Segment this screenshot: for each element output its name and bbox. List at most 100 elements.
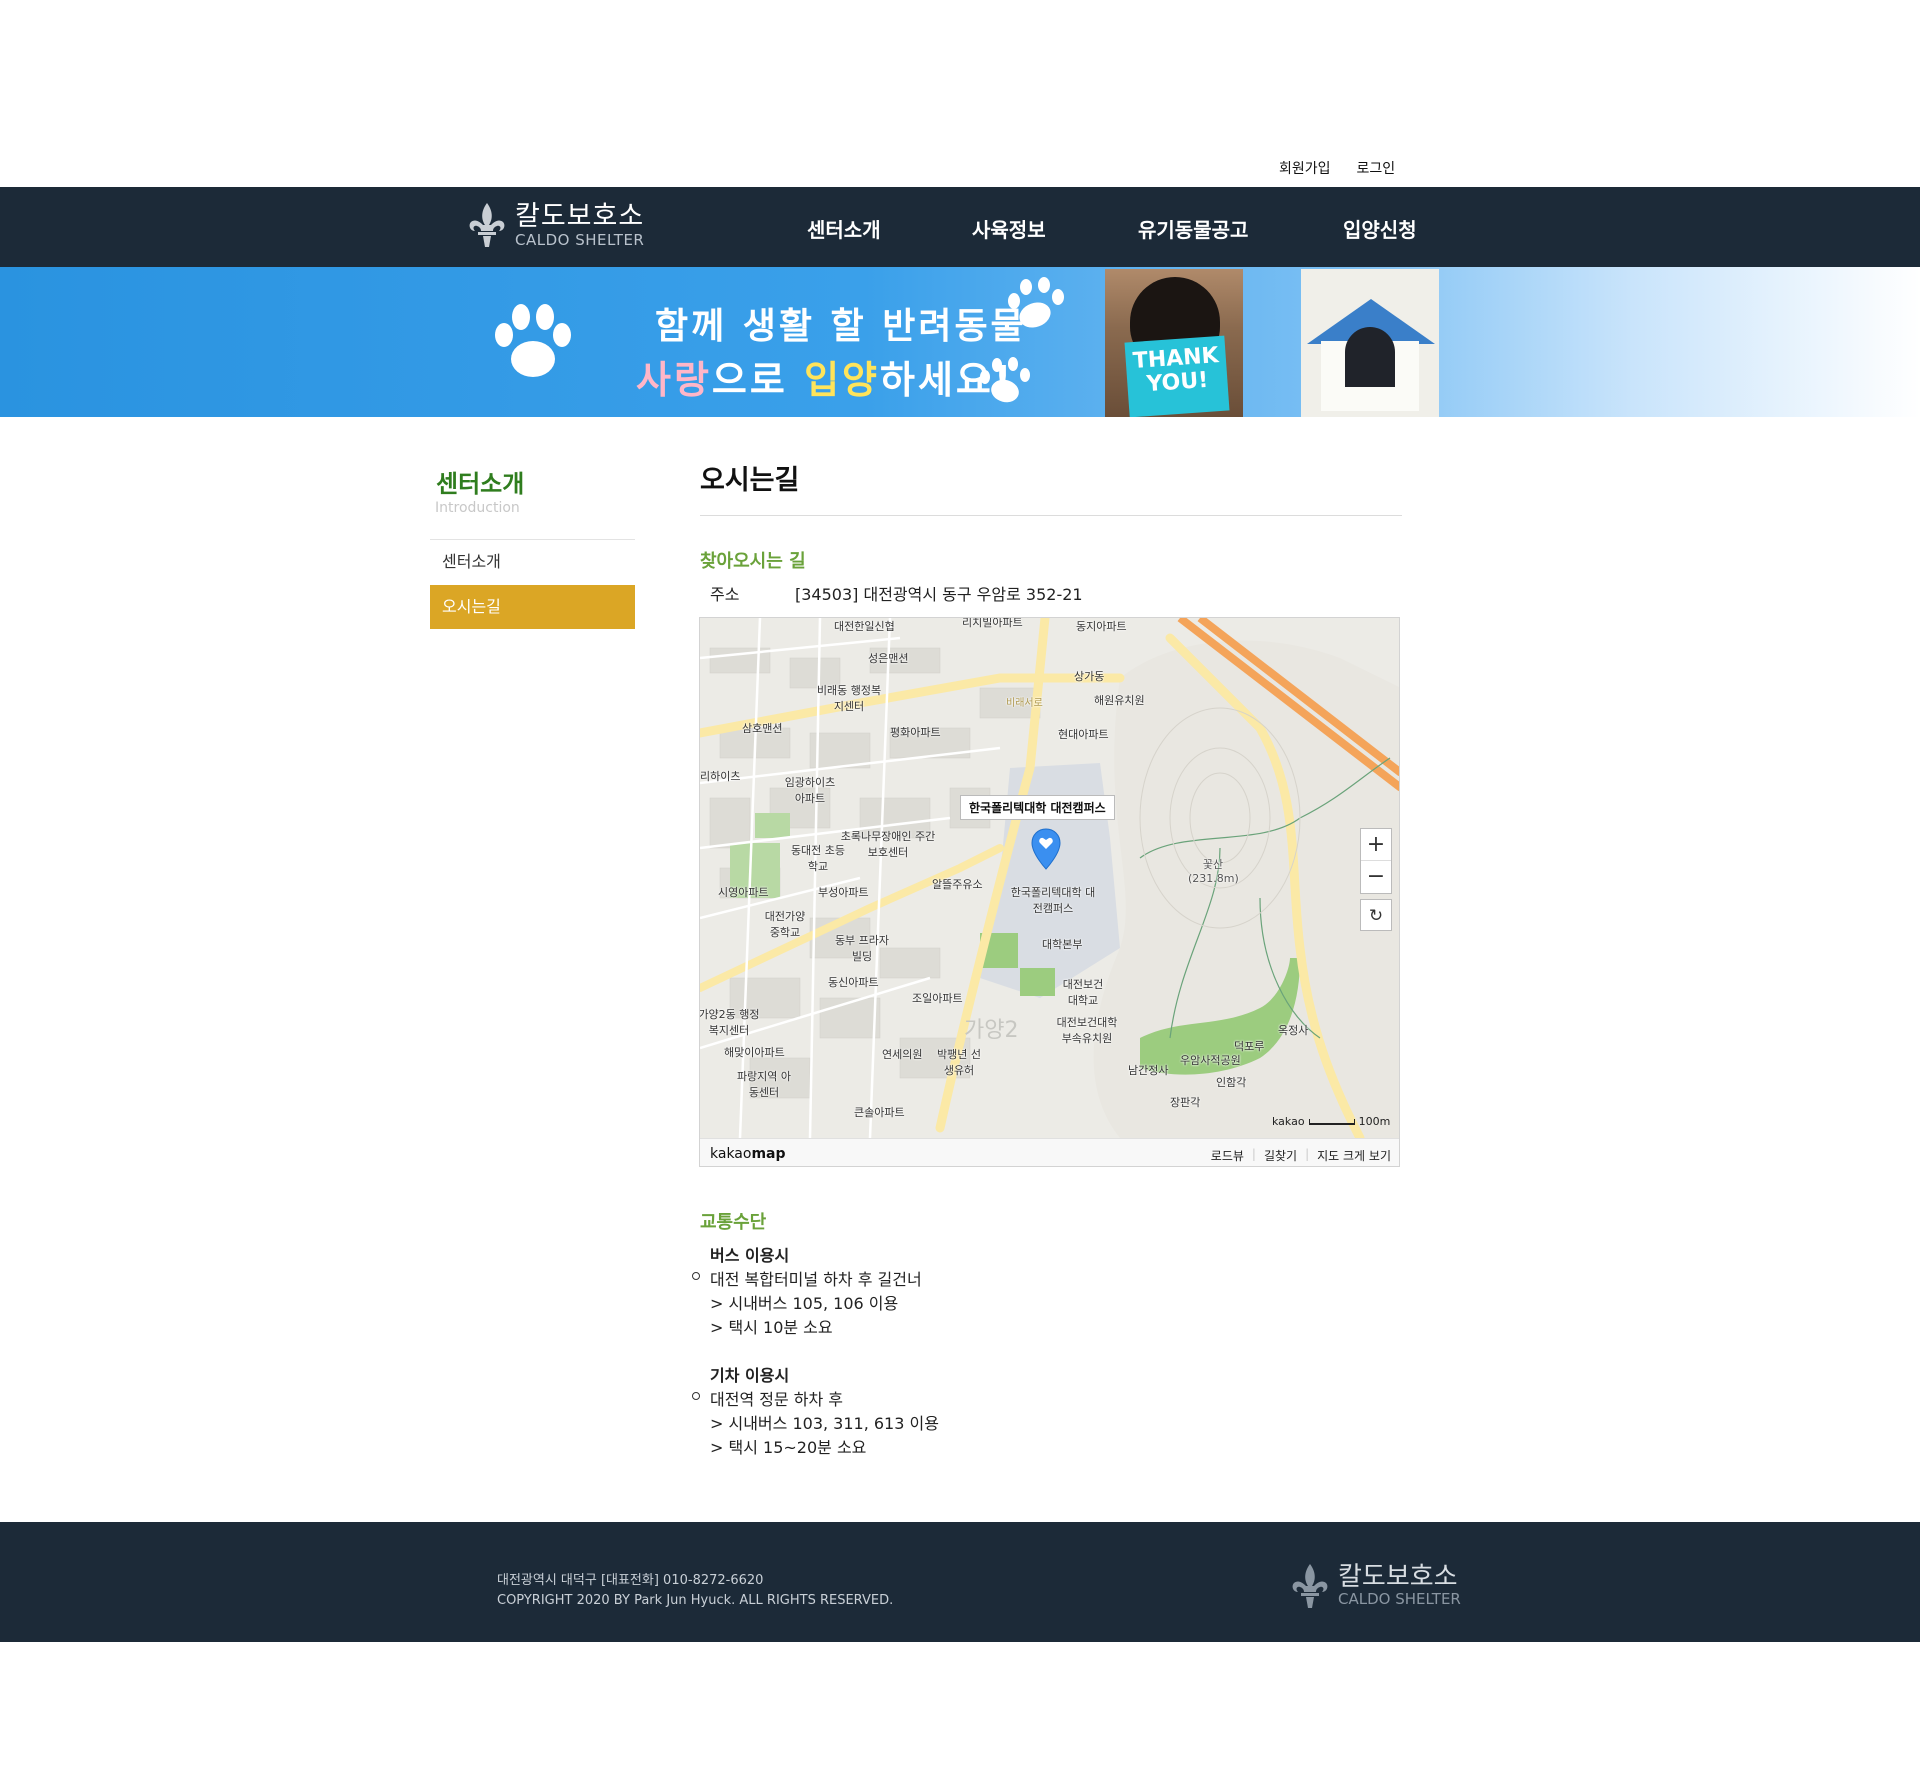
map-label: 해맞이아파트 — [724, 1046, 785, 1059]
map-label: 알뜰주유소 — [932, 878, 983, 891]
title-divider — [700, 515, 1402, 516]
map-label: 시영아파트 — [718, 886, 769, 899]
kakaomap-logo[interactable]: kakaomap — [710, 1146, 786, 1162]
map-label: 파랑지역 아동센터 — [736, 1070, 792, 1099]
map-label: 대전한일신협 — [834, 620, 895, 633]
map-label: 남간정사 — [1128, 1064, 1169, 1077]
paw-print-icon — [980, 357, 1030, 403]
footer-info: 대전광역시 대덕구 [대표전화] 010-8272-6620 COPYRIGHT… — [497, 1571, 893, 1611]
list-bullet — [692, 1392, 700, 1400]
roadview-link[interactable]: 로드뷰 — [1211, 1147, 1244, 1164]
directions-heading: 찾아오시는 길 — [700, 551, 806, 572]
banner-word-with: 으로 — [711, 358, 805, 402]
map-label: 덕포루 — [1234, 1040, 1265, 1053]
footer-logo-ko: 칼도보호소 — [1338, 1562, 1458, 1593]
sidebar-item-center-intro[interactable]: 센터소개 — [430, 540, 635, 584]
sidebar-subtitle: Introduction — [435, 500, 520, 516]
util-links: 회원가입 로그인 — [1279, 158, 1395, 178]
map-label: 한국폴리텍대학 대전캠퍼스 — [1010, 886, 1096, 915]
sidebar-title: 센터소개 — [436, 470, 525, 498]
bus-heading: 버스 이용시 — [710, 1246, 790, 1265]
kakao-map[interactable]: 대전한일신협 리치빌아파트 동지아파트 성은맨션 비래동 행정복지센터 상가동 … — [699, 617, 1400, 1167]
banner-line1: 함께 생활 할 반려동물 — [655, 306, 1027, 347]
doghouse-photo — [1301, 269, 1439, 417]
map-label: 동부 프라자빌딩 — [834, 934, 890, 963]
footer-logo-en: CALDO SHELTER — [1338, 1589, 1461, 1608]
map-label: 가양2 — [964, 1018, 1019, 1043]
map-label: 큰솔아파트 — [854, 1106, 905, 1119]
bus-line-3: > 택시 10분 소요 — [710, 1318, 833, 1337]
map-label: 박팽년 선생유허 — [937, 1048, 981, 1077]
footer-address: 대전광역시 대덕구 [대표전화] 010-8272-6620 — [497, 1573, 764, 1588]
zoom-control: + − — [1360, 828, 1392, 894]
link-separator: | — [1305, 1147, 1310, 1161]
train-line-1: 대전역 정문 하차 후 — [710, 1390, 844, 1409]
map-label: 현대아파트 — [1058, 728, 1109, 741]
transport-heading: 교통수단 — [700, 1212, 767, 1233]
main-nav: 센터소개 사육정보 유기동물공고 입양신청 — [0, 187, 1920, 267]
nav-care-info[interactable]: 사육정보 — [972, 214, 1046, 243]
map-label: 대전보건 대학교 — [1062, 978, 1104, 1007]
map-label: 동신아파트 — [828, 976, 879, 989]
banner-word-adopt: 입양 — [804, 358, 880, 402]
map-label: 장판각 — [1170, 1096, 1201, 1109]
map-label: 인함각 — [1216, 1076, 1247, 1089]
map-label: 해원유치원 — [1094, 694, 1145, 707]
zoom-out-button[interactable]: − — [1361, 861, 1391, 893]
large-map-link[interactable]: 지도 크게 보기 — [1317, 1147, 1391, 1164]
hero-banner: 함께 생활 할 반려동물 사랑으로 입양하세요! THANK YOU! — [0, 267, 1920, 417]
scale-bar — [1308, 1118, 1355, 1125]
map-label: 대학본부 — [1042, 938, 1083, 951]
site-footer: 대전광역시 대덕구 [대표전화] 010-8272-6620 COPYRIGHT… — [0, 1522, 1920, 1642]
scale-brand: kakao — [1272, 1115, 1305, 1128]
map-label: 초록나무장애인 주간보호센터 — [840, 830, 936, 859]
map-label: 가양2동 행정복지센터 — [699, 1008, 760, 1037]
address-value: [34503] 대전광역시 동구 우암로 352-21 — [795, 585, 1083, 604]
map-label: 임광하이츠 아파트 — [784, 776, 836, 805]
fleur-de-lis-icon — [1292, 1564, 1328, 1608]
map-label: 대전가양 중학교 — [764, 910, 806, 939]
scale-value: 100m — [1358, 1115, 1391, 1128]
bus-line-2: > 시내버스 105, 106 이용 — [710, 1294, 899, 1313]
refresh-icon[interactable]: ↻ — [1360, 899, 1392, 931]
map-label: 조일아파트 — [912, 992, 963, 1005]
map-label: 비래서로 — [1006, 698, 1043, 709]
banner-word-love: 사랑 — [636, 358, 712, 402]
train-line-3: > 택시 15~20분 소요 — [710, 1438, 867, 1457]
map-label: 동지아파트 — [1076, 620, 1127, 633]
signup-link[interactable]: 회원가입 — [1279, 158, 1331, 178]
thank-you-card: THANK YOU! — [1124, 335, 1230, 417]
paw-print-icon — [1008, 277, 1064, 328]
zoom-in-button[interactable]: + — [1361, 829, 1391, 861]
footer-copyright: COPYRIGHT 2020 BY Park Jun Hyuck. ALL RI… — [497, 1593, 894, 1608]
map-base — [700, 618, 1399, 1138]
header-bar: 칼도보호소 CALDO SHELTER 센터소개 사육정보 유기동물공고 입양신… — [0, 187, 1920, 267]
bus-line-1: 대전 복합터미널 하차 후 길건너 — [710, 1270, 922, 1289]
nav-adoption-apply[interactable]: 입양신청 — [1343, 214, 1417, 243]
map-footer: kakaomap 로드뷰 | 길찾기 | 지도 크게 보기 — [700, 1138, 1399, 1166]
list-bullet — [692, 1272, 700, 1280]
sidebar-item-directions[interactable]: 오시는길 — [430, 585, 635, 629]
link-separator: | — [1251, 1147, 1256, 1161]
map-label: 평화아파트 — [890, 726, 941, 739]
map-label: 삼호맨션 — [742, 722, 783, 735]
login-link[interactable]: 로그인 — [1357, 158, 1396, 178]
nav-abandoned-notice[interactable]: 유기동물공고 — [1138, 214, 1248, 243]
map-label: 대전보건대학 부속유치원 — [1056, 1016, 1118, 1045]
dog-thank-you-photo: THANK YOU! — [1105, 269, 1243, 417]
brand-bold: map — [751, 1146, 786, 1162]
brand-light: kakao — [710, 1146, 752, 1162]
directions-link[interactable]: 길찾기 — [1264, 1147, 1297, 1164]
address-label: 주소 — [710, 585, 740, 604]
map-footer-links: 로드뷰 | 길찾기 | 지도 크게 보기 — [1211, 1147, 1391, 1164]
map-popup[interactable]: 한국폴리텍대학 대전캠퍼스 — [960, 795, 1115, 820]
map-pin-icon[interactable] — [1031, 828, 1061, 870]
map-label: 연세의원 — [882, 1048, 923, 1061]
map-label: 우암사적공원 — [1180, 1054, 1241, 1067]
map-label: 꽃산 (231.8m) — [1188, 858, 1239, 885]
map-label: 리하이츠 — [700, 770, 741, 783]
map-label: 부성아파트 — [818, 886, 869, 899]
nav-center-intro[interactable]: 센터소개 — [807, 214, 881, 243]
map-label: 리치빌아파트 — [962, 617, 1023, 629]
map-label: 옥정사 — [1278, 1024, 1309, 1037]
